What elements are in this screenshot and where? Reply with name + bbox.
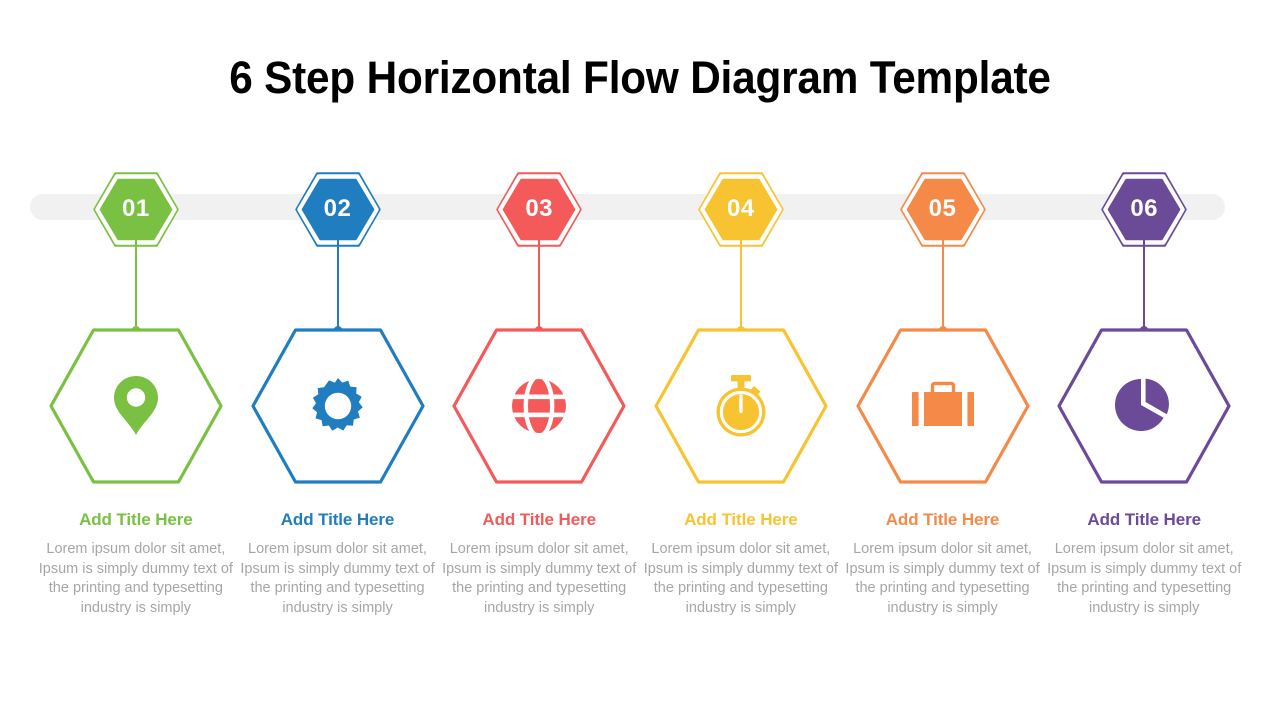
step-connector-line: [336, 240, 339, 332]
step-title: Add Title Here: [684, 510, 798, 529]
step-description: Lorem ipsum dolor sit amet, Ipsum is sim…: [38, 541, 233, 616]
step-number-label: 02: [323, 195, 352, 222]
step-description: Lorem ipsum dolor sit amet, Ipsum is sim…: [1047, 541, 1242, 616]
step-description: Lorem ipsum dolor sit amet, Ipsum is sim…: [240, 541, 435, 616]
step-column: 06 Add Title Here Lorem ipsum dolor sit am…: [1043, 0, 1245, 720]
step-column: 02 Add Title Here Lorem ipsum dolor sit am…: [237, 0, 439, 720]
gear-icon: [250, 327, 426, 485]
step-column: 03 Add Title Here Lorem ipsum dolor sit am…: [438, 0, 640, 720]
step-title: Add Title Here: [79, 510, 193, 529]
step-title: Add Title Here: [885, 510, 1000, 529]
pie-chart-icon: [1056, 327, 1232, 485]
step-number-badge[interactable]: 03: [495, 171, 583, 248]
step-number-badge[interactable]: 02: [294, 171, 382, 248]
step-connector-line: [538, 240, 541, 332]
step-connector-line: [739, 240, 742, 332]
globe-icon: [451, 327, 627, 485]
step-description: Lorem ipsum dolor sit amet, Ipsum is sim…: [845, 541, 1040, 616]
stopwatch-icon: [653, 327, 829, 485]
step-number-badge[interactable]: 01: [92, 171, 180, 248]
step-description: Lorem ipsum dolor sit amet, Ipsum is sim…: [442, 541, 637, 616]
step-number-label: 01: [121, 195, 150, 222]
step-column: 04 Add Title Here Lorem ipsum dolor sit am…: [640, 0, 842, 720]
step-number-badge[interactable]: 05: [899, 171, 987, 248]
step-number-label: 04: [726, 195, 755, 222]
step-connector-line: [134, 240, 137, 332]
step-column: 05 Add Title Here Lorem ipsum dolor sit am…: [842, 0, 1044, 720]
step-description: Lorem ipsum dolor sit amet, Ipsum is sim…: [643, 541, 838, 616]
step-number-label: 03: [525, 195, 554, 222]
step-number-label: 05: [928, 195, 957, 222]
briefcase-icon: [855, 327, 1031, 485]
step-title: Add Title Here: [1087, 510, 1201, 529]
step-title: Add Title Here: [482, 510, 596, 529]
step-number-label: 06: [1130, 195, 1159, 222]
step-icon-hexagon[interactable]: [48, 327, 224, 485]
step-icon-hexagon[interactable]: [451, 327, 627, 485]
step-icon-hexagon[interactable]: [1056, 327, 1232, 485]
step-connector-line: [941, 240, 944, 332]
step-number-badge[interactable]: 04: [697, 171, 785, 248]
step-connector-line: [1143, 240, 1146, 332]
step-icon-hexagon[interactable]: [855, 327, 1031, 485]
step-icon-hexagon[interactable]: [250, 327, 426, 485]
steps-container: 01 Add Title Here Lorem ipsum dolor sit am…: [35, 0, 1245, 720]
step-title: Add Title Here: [280, 510, 395, 529]
map-pin-icon: [48, 327, 224, 485]
step-column: 01 Add Title Here Lorem ipsum dolor sit am…: [35, 0, 237, 720]
step-icon-hexagon[interactable]: [653, 327, 829, 485]
step-number-badge[interactable]: 06: [1100, 171, 1188, 248]
